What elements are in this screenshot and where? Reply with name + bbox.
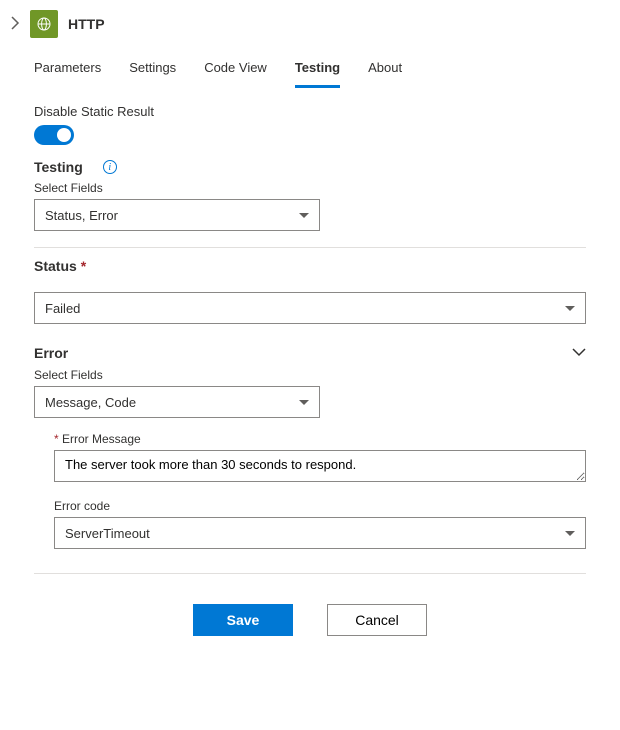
caret-down-icon — [565, 306, 575, 311]
status-heading-text: Status — [34, 258, 77, 274]
caret-down-icon — [565, 531, 575, 536]
caret-down-icon — [299, 400, 309, 405]
error-select-fields-dropdown[interactable]: Message, Code — [34, 386, 320, 418]
http-icon — [30, 10, 58, 38]
error-select-fields-label: Select Fields — [34, 368, 586, 382]
required-asterisk: * — [54, 432, 59, 446]
testing-heading: Testing — [34, 159, 83, 175]
status-dropdown[interactable]: Failed — [34, 292, 586, 324]
save-button[interactable]: Save — [193, 604, 293, 636]
tabs: Parameters Settings Code View Testing Ab… — [0, 46, 620, 88]
error-code-dropdown[interactable]: ServerTimeout — [54, 517, 586, 549]
testing-select-fields-value: Status, Error — [45, 208, 118, 223]
error-message-label: * Error Message — [54, 432, 586, 446]
chevron-right-icon[interactable] — [10, 16, 20, 33]
tab-about[interactable]: About — [368, 60, 402, 88]
info-icon[interactable]: i — [103, 160, 117, 174]
error-message-input[interactable] — [54, 450, 586, 482]
page-title: HTTP — [68, 16, 105, 32]
error-code-value: ServerTimeout — [65, 526, 150, 541]
error-message-label-text: Error Message — [62, 432, 141, 446]
caret-down-icon — [299, 213, 309, 218]
status-heading: Status * — [34, 258, 586, 274]
header: HTTP — [0, 0, 620, 46]
divider — [34, 247, 586, 248]
cancel-button[interactable]: Cancel — [327, 604, 427, 636]
divider — [34, 573, 586, 574]
testing-select-fields-label: Select Fields — [34, 181, 586, 195]
chevron-down-icon[interactable] — [572, 344, 586, 362]
disable-static-result-toggle[interactable] — [34, 125, 74, 145]
footer: Save Cancel — [34, 604, 586, 660]
required-asterisk: * — [81, 258, 86, 274]
status-value: Failed — [45, 301, 80, 316]
testing-select-fields-dropdown[interactable]: Status, Error — [34, 199, 320, 231]
error-select-fields-value: Message, Code — [45, 395, 136, 410]
error-heading: Error — [34, 345, 68, 361]
disable-static-result-label: Disable Static Result — [34, 104, 586, 119]
content: Disable Static Result Testing i Select F… — [0, 88, 620, 660]
tab-testing[interactable]: Testing — [295, 60, 340, 88]
tab-code-view[interactable]: Code View — [204, 60, 267, 88]
tab-settings[interactable]: Settings — [129, 60, 176, 88]
tab-parameters[interactable]: Parameters — [34, 60, 101, 88]
error-code-label: Error code — [54, 499, 586, 513]
